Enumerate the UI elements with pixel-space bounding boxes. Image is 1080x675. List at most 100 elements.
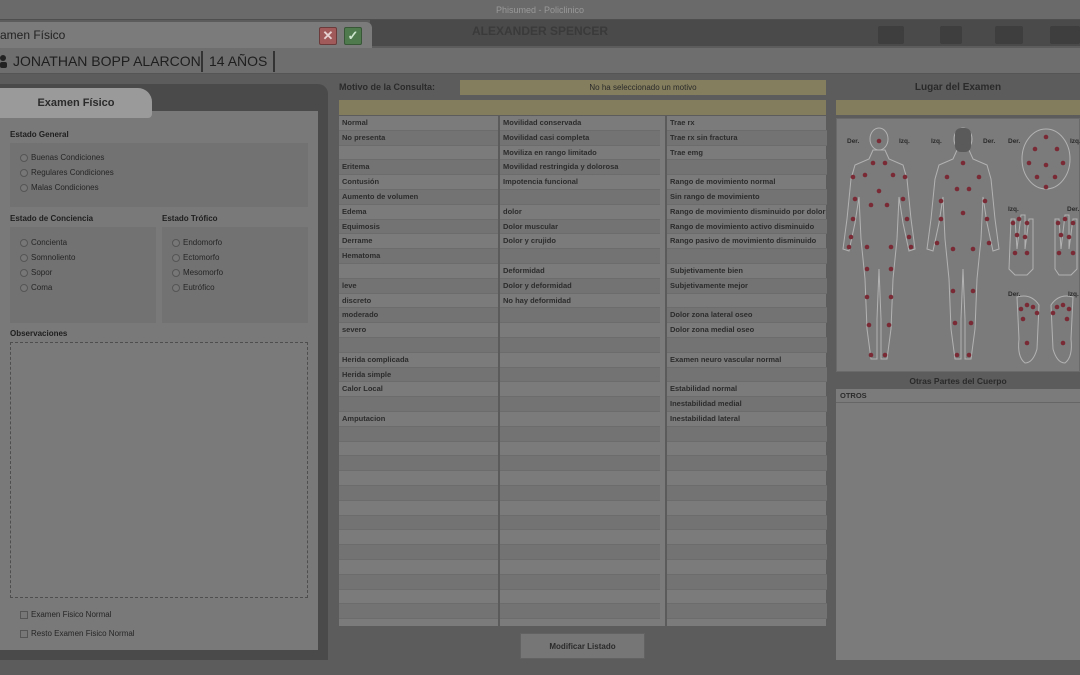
body-point-marker[interactable]: [970, 246, 976, 252]
body-point-marker[interactable]: [850, 174, 856, 180]
body-point-marker[interactable]: [882, 352, 888, 358]
finding-item[interactable]: [500, 456, 660, 472]
finding-item[interactable]: Dolor y crujido: [500, 234, 660, 250]
radio-buenas-condiciones[interactable]: Buenas Condiciones: [20, 150, 114, 165]
body-point-marker[interactable]: [954, 352, 960, 358]
finding-item[interactable]: [667, 590, 827, 605]
finding-item[interactable]: dolor: [500, 205, 660, 220]
body-point-marker[interactable]: [952, 320, 958, 326]
finding-item[interactable]: Contusión: [339, 175, 499, 190]
finding-item[interactable]: [500, 337, 660, 353]
finding-item[interactable]: [500, 590, 660, 605]
modify-list-button[interactable]: Modificar Listado: [520, 633, 645, 659]
finding-item[interactable]: [500, 530, 660, 546]
body-point-marker[interactable]: [868, 352, 874, 358]
body-point-marker[interactable]: [864, 294, 870, 300]
body-point-marker[interactable]: [976, 174, 982, 180]
finding-item[interactable]: Aumento de volumen: [339, 189, 499, 205]
body-point-marker[interactable]: [1022, 234, 1028, 240]
confirm-button[interactable]: ✓: [344, 27, 362, 45]
finding-item[interactable]: [667, 530, 827, 546]
body-point-marker[interactable]: [906, 234, 912, 240]
finding-item[interactable]: No hay deformidad: [500, 294, 660, 309]
body-point-marker[interactable]: [1054, 304, 1060, 310]
body-point-marker[interactable]: [1024, 340, 1030, 346]
finding-item[interactable]: [500, 515, 660, 531]
radio-regulares-condiciones[interactable]: Regulares Condiciones: [20, 165, 114, 180]
finding-item[interactable]: [339, 574, 499, 590]
body-point-marker[interactable]: [968, 320, 974, 326]
finding-item[interactable]: [500, 189, 660, 205]
finding-item[interactable]: [667, 367, 827, 383]
finding-item[interactable]: Herida complicada: [339, 353, 499, 368]
finding-item[interactable]: [339, 442, 499, 457]
body-point-marker[interactable]: [960, 160, 966, 166]
finding-item[interactable]: [667, 485, 827, 501]
finding-item[interactable]: [667, 501, 827, 516]
body-point-marker[interactable]: [1034, 310, 1040, 316]
finding-item[interactable]: [667, 294, 827, 309]
finding-item[interactable]: [500, 574, 660, 590]
finding-item[interactable]: [339, 530, 499, 546]
body-point-marker[interactable]: [1024, 302, 1030, 308]
finding-item[interactable]: Trae rx sin fractura: [667, 130, 827, 146]
body-point-marker[interactable]: [966, 186, 972, 192]
finding-item[interactable]: discreto: [339, 294, 499, 309]
finding-item[interactable]: [339, 146, 499, 161]
body-point-marker[interactable]: [982, 198, 988, 204]
close-button[interactable]: ✕: [319, 27, 337, 45]
body-point-marker[interactable]: [1070, 250, 1076, 256]
finding-item[interactable]: Rango pasivo de movimiento disminuido: [667, 234, 827, 250]
finding-item[interactable]: Calor Local: [339, 382, 499, 398]
finding-item[interactable]: Hematoma: [339, 249, 499, 264]
radio-somnoliento[interactable]: Somnoliento: [20, 250, 75, 265]
body-point-marker[interactable]: [1043, 162, 1049, 168]
finding-item[interactable]: Rango de movimiento activo disminuido: [667, 219, 827, 235]
finding-item[interactable]: [500, 308, 660, 324]
finding-item[interactable]: Dolor y deformidad: [500, 278, 660, 294]
finding-item[interactable]: [667, 560, 827, 575]
finding-item[interactable]: Moviliza en rango limitado: [500, 146, 660, 161]
finding-item[interactable]: [339, 485, 499, 501]
body-point-marker[interactable]: [960, 210, 966, 216]
body-point-marker[interactable]: [1060, 302, 1066, 308]
body-point-marker[interactable]: [986, 240, 992, 246]
body-point-marker[interactable]: [954, 186, 960, 192]
finding-item[interactable]: [500, 560, 660, 575]
finding-item[interactable]: [500, 426, 660, 442]
finding-item[interactable]: [500, 485, 660, 501]
finding-item[interactable]: Inestabilidad medial: [667, 397, 827, 412]
motivo-select[interactable]: No ha seleccionado un motivo: [460, 80, 826, 95]
finding-item[interactable]: [667, 456, 827, 472]
body-point-marker[interactable]: [1064, 316, 1070, 322]
finding-item[interactable]: Subjetivamente bien: [667, 264, 827, 279]
body-point-marker[interactable]: [850, 216, 856, 222]
body-point-marker[interactable]: [934, 240, 940, 246]
finding-item[interactable]: [339, 337, 499, 353]
radio-concienta[interactable]: Concienta: [20, 235, 75, 250]
finding-item[interactable]: Dolor zona medial oseo: [667, 323, 827, 338]
finding-item[interactable]: [339, 471, 499, 486]
finding-item[interactable]: Trae emg: [667, 146, 827, 161]
body-point-marker[interactable]: [1066, 234, 1072, 240]
body-point-marker[interactable]: [902, 174, 908, 180]
body-point-marker[interactable]: [1054, 146, 1060, 152]
body-point-marker[interactable]: [1062, 216, 1068, 222]
checkbox-resto-examen-fisico-normal[interactable]: Resto Examen Fisico Normal: [20, 624, 135, 643]
body-point-marker[interactable]: [950, 288, 956, 294]
body-point-marker[interactable]: [938, 198, 944, 204]
finding-item[interactable]: Dolor muscular: [500, 219, 660, 235]
body-point-marker[interactable]: [1030, 304, 1036, 310]
finding-item[interactable]: Dolor zona lateral oseo: [667, 308, 827, 324]
body-point-marker[interactable]: [1052, 174, 1058, 180]
body-point-marker[interactable]: [966, 352, 972, 358]
finding-item[interactable]: [500, 471, 660, 486]
radio-endomorfo[interactable]: Endomorfo: [172, 235, 223, 250]
body-point-marker[interactable]: [970, 288, 976, 294]
finding-item[interactable]: Estabilidad normal: [667, 382, 827, 398]
body-point-marker[interactable]: [1024, 250, 1030, 256]
finding-item[interactable]: Examen neuro vascular normal: [667, 353, 827, 368]
body-point-marker[interactable]: [1018, 306, 1024, 312]
body-point-marker[interactable]: [1058, 232, 1064, 238]
finding-item[interactable]: Movilidad casi completa: [500, 130, 660, 146]
